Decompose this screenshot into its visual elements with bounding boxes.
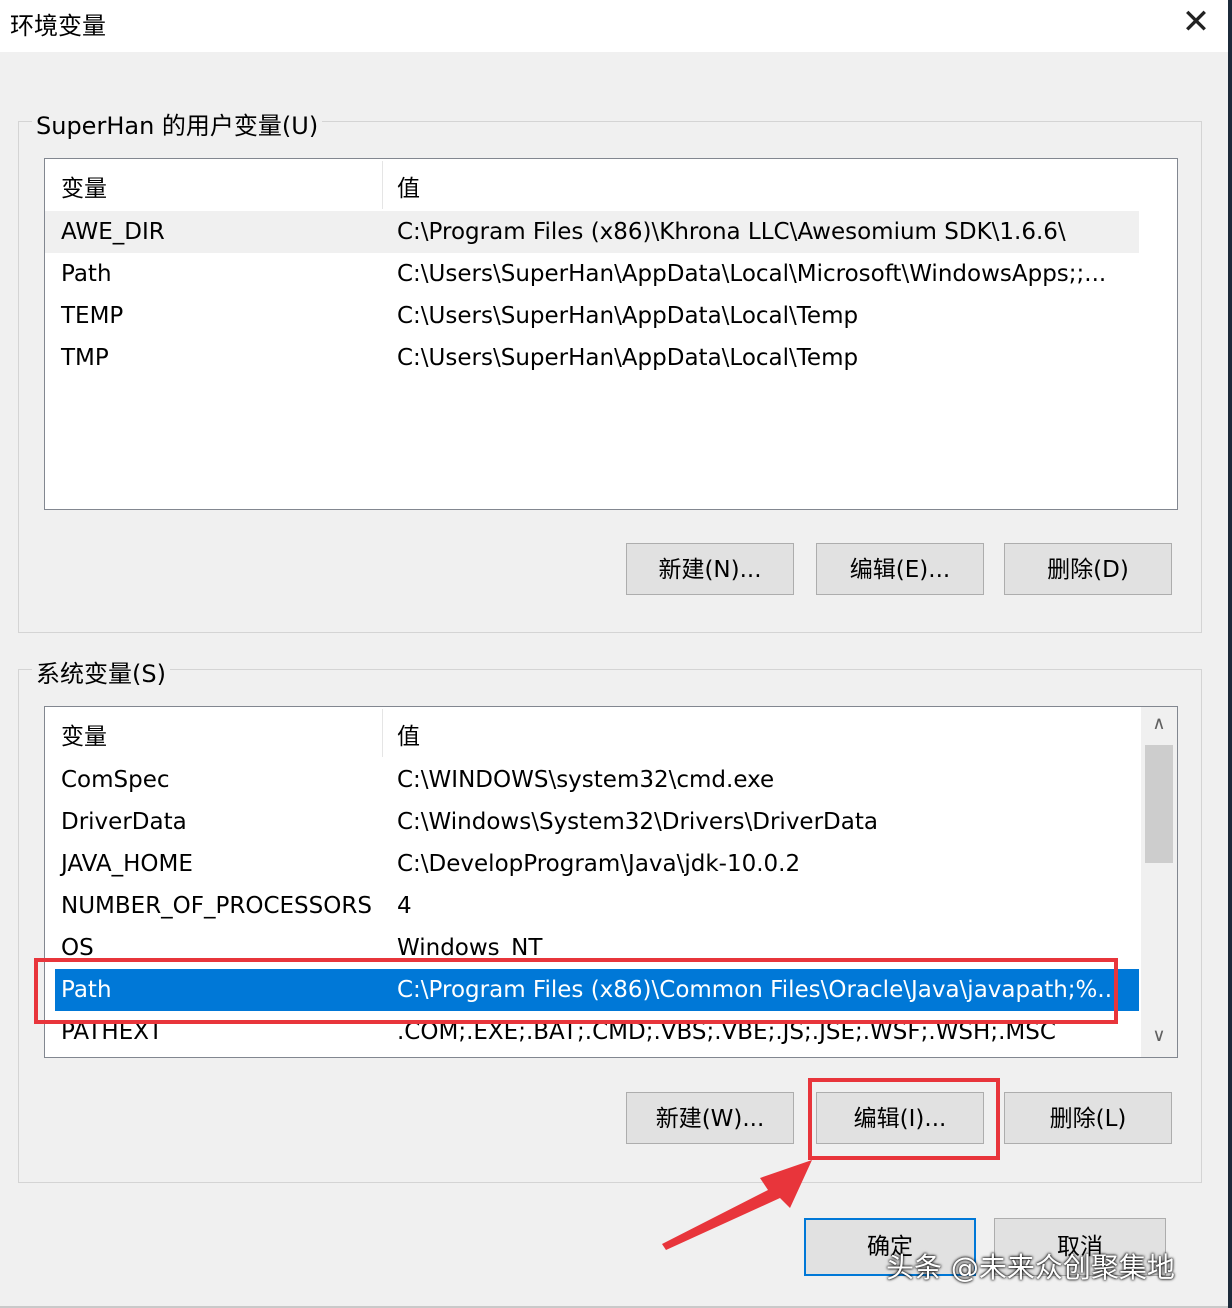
annotation-arrow-icon	[662, 1160, 812, 1250]
var-value: C:\Users\SuperHan\AppData\Local\Temp	[397, 345, 859, 371]
column-header-value[interactable]: 值	[397, 717, 420, 751]
user-vars-header: 变量 值	[45, 159, 1139, 211]
scroll-up-icon[interactable]: ∧	[1141, 713, 1177, 734]
title-bar: 环境变量 ✕	[0, 0, 1228, 52]
system-delete-button[interactable]: 删除(L)	[1004, 1092, 1172, 1144]
user-new-button[interactable]: 新建(N)...	[626, 543, 794, 595]
user-vars-label: SuperHan 的用户变量(U)	[32, 106, 323, 141]
user-vars-list[interactable]: 变量 值 AWE_DIR C:\Program Files (x86)\Khro…	[44, 158, 1178, 510]
arrow-shape	[662, 1160, 812, 1250]
watermark-text: 头条 @未来众创聚集地	[886, 1251, 1175, 1284]
column-header-name[interactable]: 变量	[61, 169, 107, 203]
var-value: C:\WINDOWS\system32\cmd.exe	[397, 767, 775, 793]
var-value: 4	[397, 893, 412, 919]
user-edit-button[interactable]: 编辑(E)...	[816, 543, 984, 595]
var-value: C:\DevelopProgram\Java\jdk-10.0.2	[397, 851, 801, 877]
system-vars-label: 系统变量(S)	[32, 654, 170, 689]
table-row[interactable]: DriverData C:\Windows\System32\Drivers\D…	[45, 801, 1139, 843]
column-divider[interactable]	[382, 709, 383, 757]
vertical-scrollbar[interactable]: ∧ ∨	[1141, 707, 1177, 1057]
column-header-value[interactable]: 值	[397, 169, 420, 203]
var-name: Path	[61, 261, 112, 287]
background-edge	[1228, 0, 1232, 1308]
system-new-button[interactable]: 新建(W)...	[626, 1092, 794, 1144]
table-row[interactable]: TEMP C:\Users\SuperHan\AppData\Local\Tem…	[45, 295, 1139, 337]
env-vars-dialog: 环境变量 ✕ SuperHan 的用户变量(U) 变量 值 AWE_DIR C:…	[0, 0, 1230, 1308]
system-vars-header: 变量 值	[45, 707, 1139, 759]
user-delete-button[interactable]: 删除(D)	[1004, 543, 1172, 595]
table-row[interactable]: NUMBER_OF_PROCESSORS 4	[45, 885, 1139, 927]
window-title: 环境变量	[10, 12, 106, 40]
var-name: DriverData	[61, 809, 187, 835]
table-row[interactable]: Path C:\Users\SuperHan\AppData\Local\Mic…	[45, 253, 1139, 295]
var-name: JAVA_HOME	[61, 851, 193, 877]
table-row[interactable]: JAVA_HOME C:\DevelopProgram\Java\jdk-10.…	[45, 843, 1139, 885]
close-icon[interactable]: ✕	[1174, 2, 1218, 42]
var-name: TEMP	[61, 303, 124, 329]
var-name: ComSpec	[61, 767, 170, 793]
table-row[interactable]: AWE_DIR C:\Program Files (x86)\Khrona LL…	[45, 211, 1139, 253]
var-value: C:\Windows\System32\Drivers\DriverData	[397, 809, 878, 835]
var-name: AWE_DIR	[61, 219, 165, 245]
table-row[interactable]: TMP C:\Users\SuperHan\AppData\Local\Temp	[45, 337, 1139, 379]
var-value: C:\Users\SuperHan\AppData\Local\Temp	[397, 303, 859, 329]
annotation-box-edit-button	[808, 1078, 1000, 1160]
var-name: TMP	[61, 345, 109, 371]
table-row[interactable]: ComSpec C:\WINDOWS\system32\cmd.exe	[45, 759, 1139, 801]
var-value: C:\Program Files (x86)\Khrona LLC\Awesom…	[397, 219, 1066, 245]
var-name: NUMBER_OF_PROCESSORS	[61, 893, 372, 919]
scroll-thumb[interactable]	[1145, 745, 1173, 863]
column-divider[interactable]	[382, 161, 383, 209]
scroll-down-icon[interactable]: ∨	[1141, 1025, 1177, 1046]
var-value: C:\Users\SuperHan\AppData\Local\Microsof…	[397, 261, 1107, 287]
annotation-box-path-row	[34, 958, 1118, 1024]
column-header-name[interactable]: 变量	[61, 717, 107, 751]
